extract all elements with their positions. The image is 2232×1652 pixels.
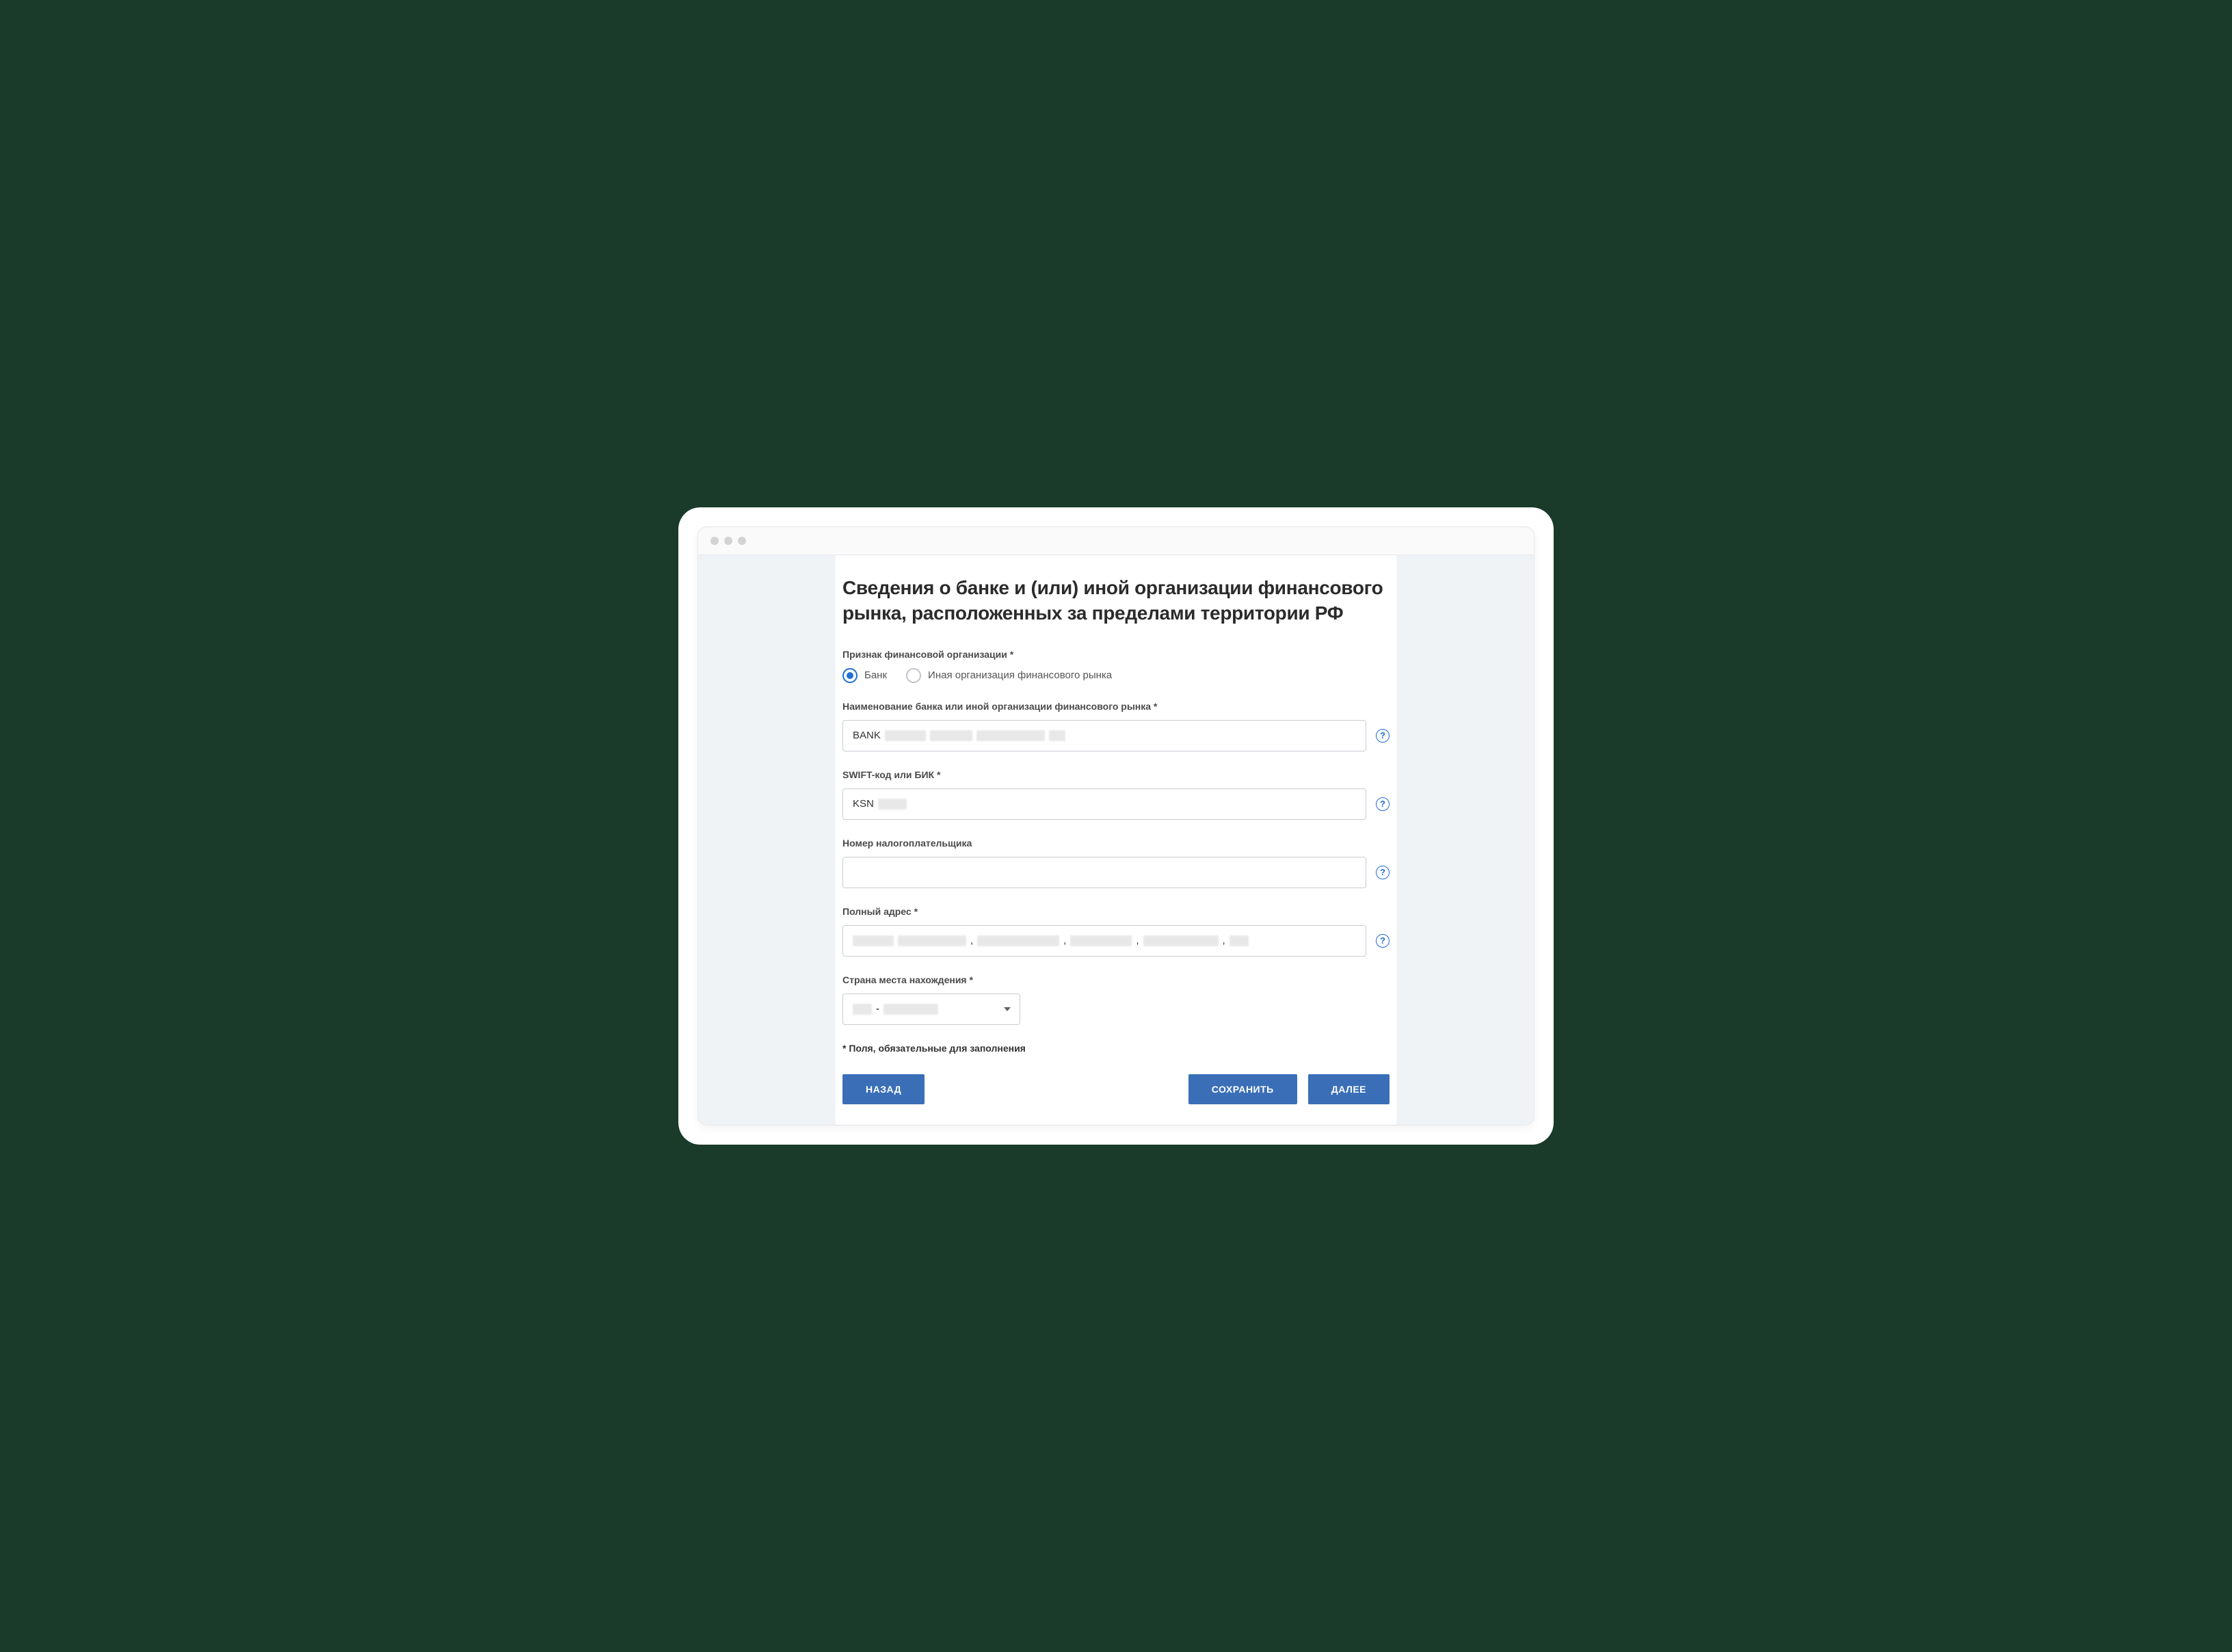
next-button[interactable]: ДАЛЕЕ [1308, 1074, 1390, 1104]
radio-other-circle [906, 668, 921, 683]
radio-other-label: Иная организация финансового рынка [928, 669, 1112, 681]
org-type-radio-row: Банк Иная организация финансового рынка [842, 668, 1390, 683]
swift-label: SWIFT-код или БИК * [842, 769, 1390, 780]
chevron-down-icon [1004, 1007, 1011, 1011]
redacted-text [898, 935, 966, 946]
taxpayer-input[interactable] [842, 857, 1366, 888]
help-icon[interactable]: ? [1376, 934, 1390, 948]
bank-name-input[interactable]: BANK [842, 720, 1366, 751]
swift-value-prefix: KSN [853, 798, 874, 810]
redacted-text [930, 730, 972, 741]
redacted-text [853, 1004, 872, 1015]
required-footnote: * Поля, обязательные для заполнения [842, 1043, 1390, 1054]
form-card: Сведения о банке и (или) иной организаци… [836, 555, 1396, 1125]
page-title: Сведения о банке и (или) иной организаци… [842, 576, 1390, 626]
redacted-text [884, 1004, 938, 1015]
address-group: Полный адрес * , , , , ? [842, 906, 1390, 957]
traffic-light-minimize[interactable] [724, 537, 732, 545]
browser-window: Сведения о банке и (или) иной организаци… [698, 527, 1534, 1125]
swift-group: SWIFT-код или БИК * KSN ? [842, 769, 1390, 820]
redacted-text [1143, 935, 1219, 946]
browser-titlebar [698, 527, 1534, 555]
redacted-text [976, 730, 1045, 741]
help-icon[interactable]: ? [1376, 866, 1390, 879]
bank-name-value-prefix: BANK [853, 730, 881, 741]
help-icon[interactable]: ? [1376, 729, 1390, 743]
radio-bank[interactable]: Банк [842, 668, 887, 683]
redacted-text [853, 935, 894, 946]
swift-input[interactable]: KSN [842, 788, 1366, 820]
redacted-text [1049, 730, 1065, 741]
save-button[interactable]: СОХРАНИТЬ [1188, 1074, 1297, 1104]
bank-name-label: Наименование банка или иной организации … [842, 701, 1390, 712]
radio-bank-circle [842, 668, 858, 683]
redacted-text [878, 799, 907, 810]
traffic-light-zoom[interactable] [738, 537, 746, 545]
redacted-text [885, 730, 926, 741]
country-group: Страна места нахождения * - [842, 974, 1390, 1025]
outer-frame: Сведения о банке и (или) иной организаци… [678, 507, 1554, 1145]
redacted-text [977, 935, 1059, 946]
redacted-text [1230, 935, 1249, 946]
help-icon[interactable]: ? [1376, 797, 1390, 811]
button-row: НАЗАД СОХРАНИТЬ ДАЛЕЕ [842, 1074, 1390, 1104]
redacted-text [1070, 935, 1132, 946]
radio-other-org[interactable]: Иная организация финансового рынка [906, 668, 1112, 683]
org-type-label: Признак финансовой организации * [842, 649, 1390, 660]
taxpayer-label: Номер налогоплательщика [842, 838, 1390, 849]
country-sep: - [876, 1003, 879, 1015]
taxpayer-group: Номер налогоплательщика ? [842, 838, 1390, 888]
country-label: Страна места нахождения * [842, 974, 1390, 985]
back-button[interactable]: НАЗАД [842, 1074, 925, 1104]
radio-bank-label: Банк [864, 669, 887, 681]
bank-name-group: Наименование банка или иной организации … [842, 701, 1390, 751]
address-input[interactable]: , , , , [842, 925, 1366, 957]
page-background: Сведения о банке и (или) иной организаци… [698, 555, 1534, 1125]
address-label: Полный адрес * [842, 906, 1390, 917]
traffic-light-close[interactable] [710, 537, 719, 545]
org-type-group: Признак финансовой организации * Банк Ин… [842, 649, 1390, 683]
country-select[interactable]: - [842, 994, 1020, 1025]
